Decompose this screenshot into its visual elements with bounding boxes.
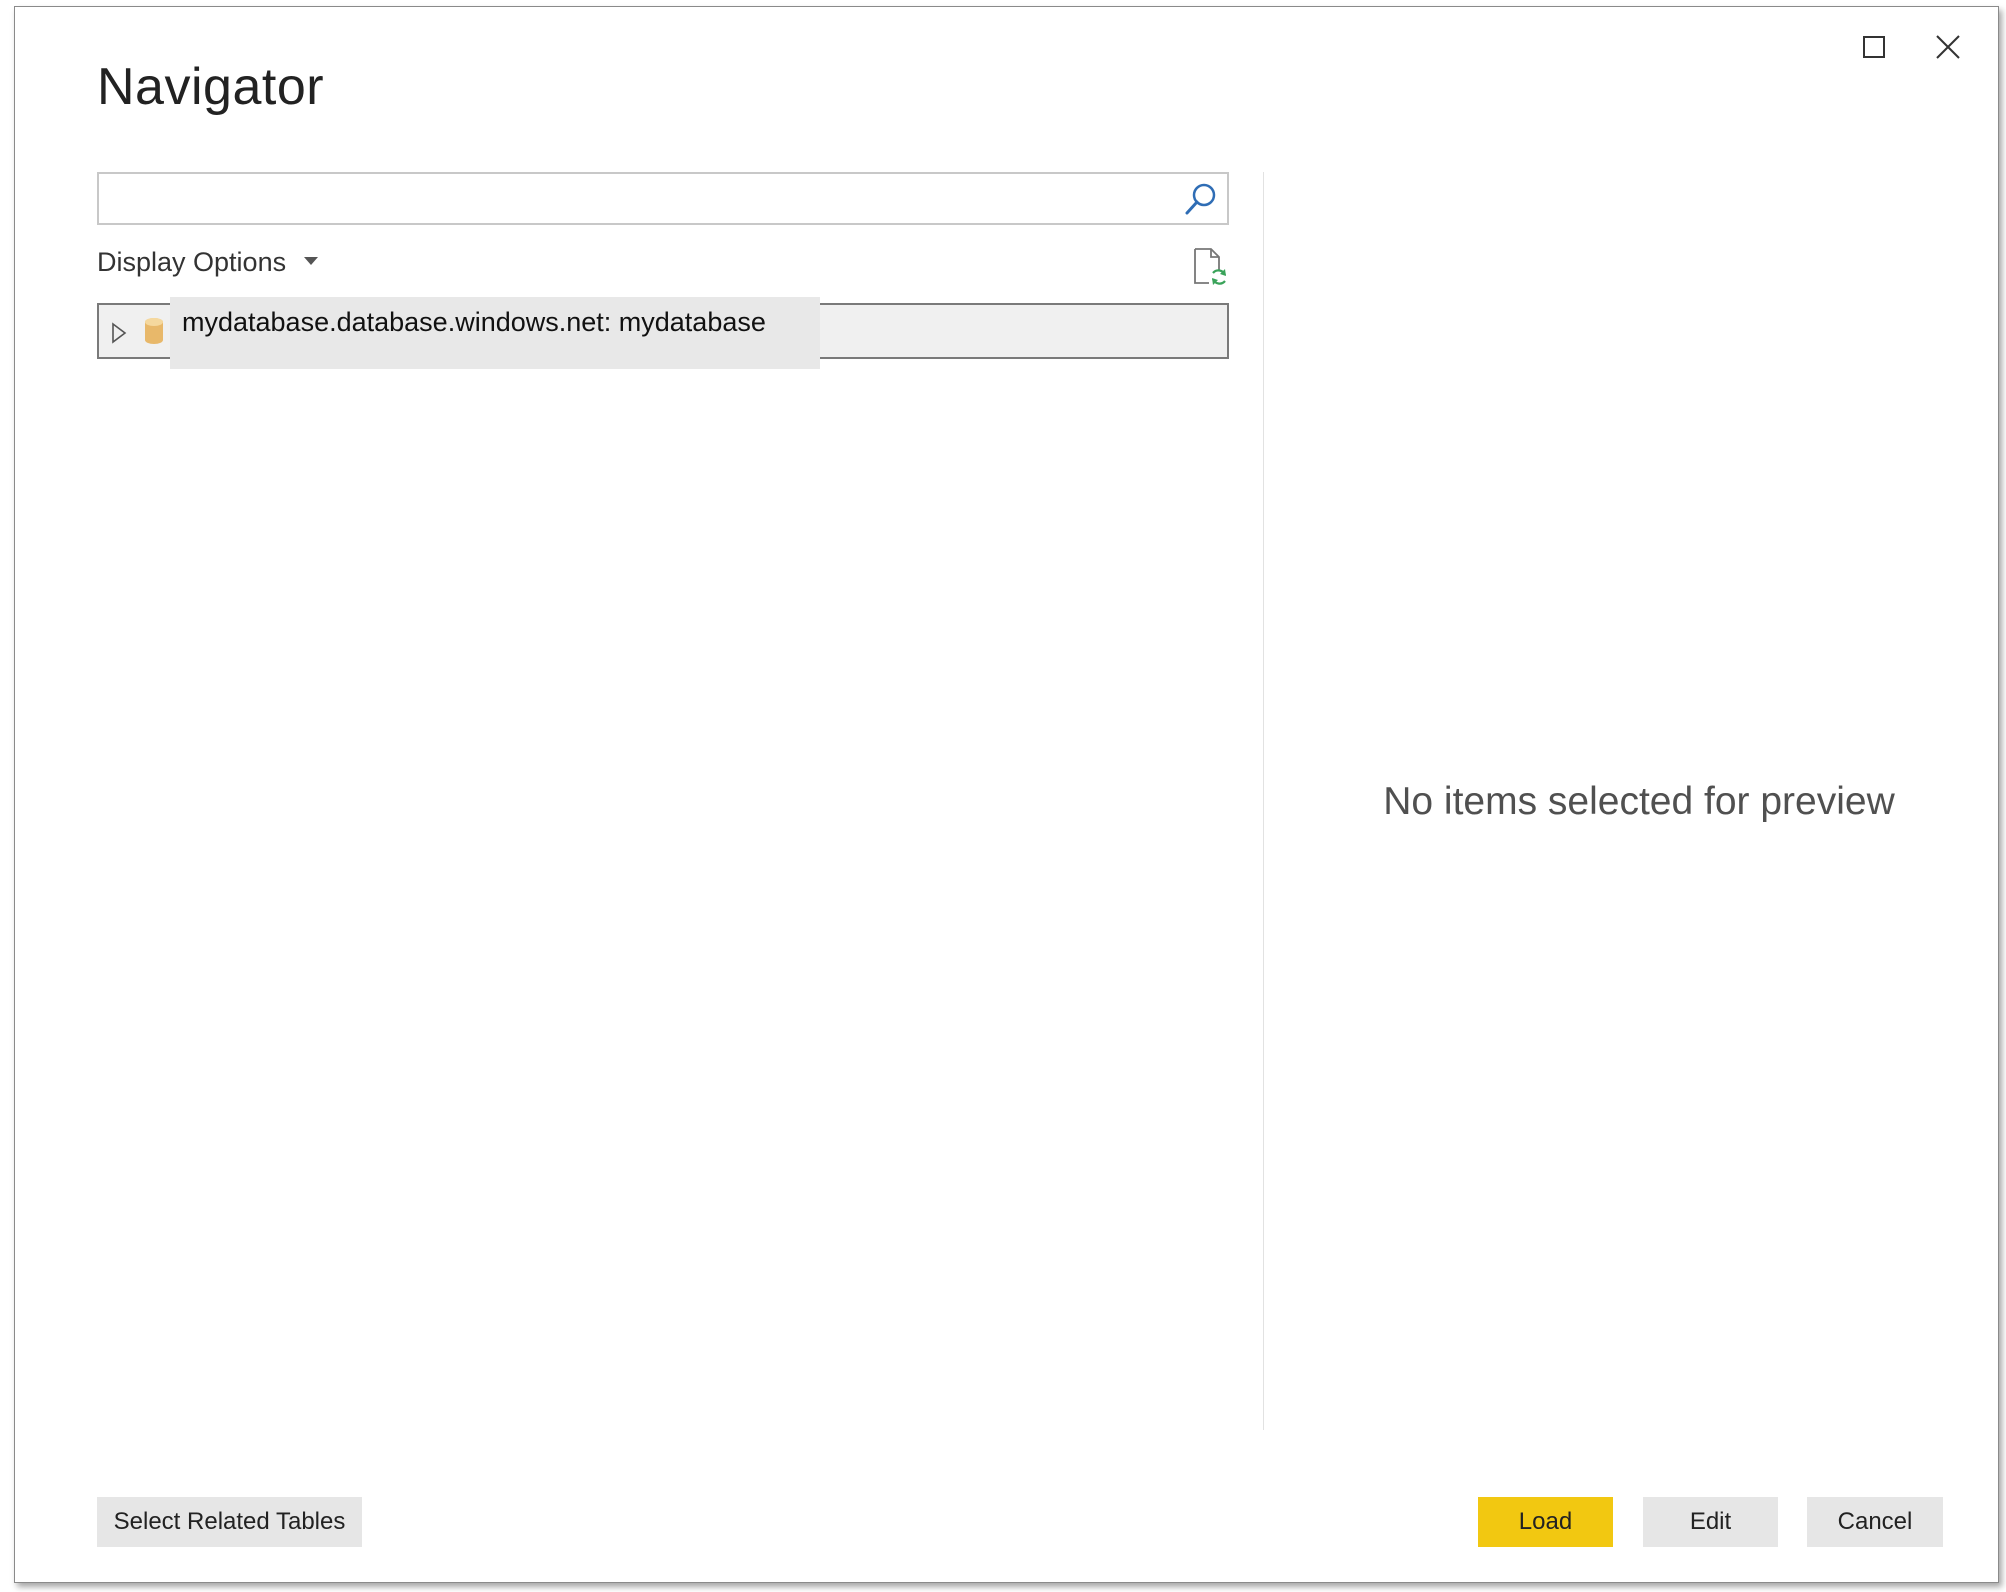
- maximize-icon: [1863, 36, 1885, 58]
- close-button[interactable]: [1928, 27, 1968, 67]
- search-icon[interactable]: [1183, 181, 1219, 217]
- chevron-down-icon: [304, 256, 319, 265]
- search-input[interactable]: [107, 174, 1171, 222]
- preview-empty-message: No items selected for preview: [1383, 780, 1895, 823]
- dialog-title: Navigator: [97, 58, 325, 116]
- load-button[interactable]: Load: [1478, 1497, 1613, 1547]
- search-box: [97, 172, 1229, 225]
- window-controls: [1854, 27, 1968, 67]
- refresh-file-icon[interactable]: [1191, 247, 1227, 287]
- display-options-label: Display Options: [97, 247, 287, 277]
- database-icon: [145, 318, 163, 344]
- navigator-dialog: Navigator Display Options mydatabase.dat…: [14, 6, 1999, 1583]
- tree-item-tooltip: mydatabase.database.windows.net: mydatab…: [170, 297, 820, 369]
- cancel-button[interactable]: Cancel: [1807, 1497, 1943, 1547]
- expand-triangle-icon[interactable]: [109, 322, 129, 344]
- maximize-button[interactable]: [1854, 27, 1894, 67]
- close-icon: [1936, 35, 1960, 59]
- edit-button[interactable]: Edit: [1643, 1497, 1778, 1547]
- display-options-dropdown[interactable]: Display Options: [97, 247, 319, 278]
- select-related-tables-button[interactable]: Select Related Tables: [97, 1497, 362, 1547]
